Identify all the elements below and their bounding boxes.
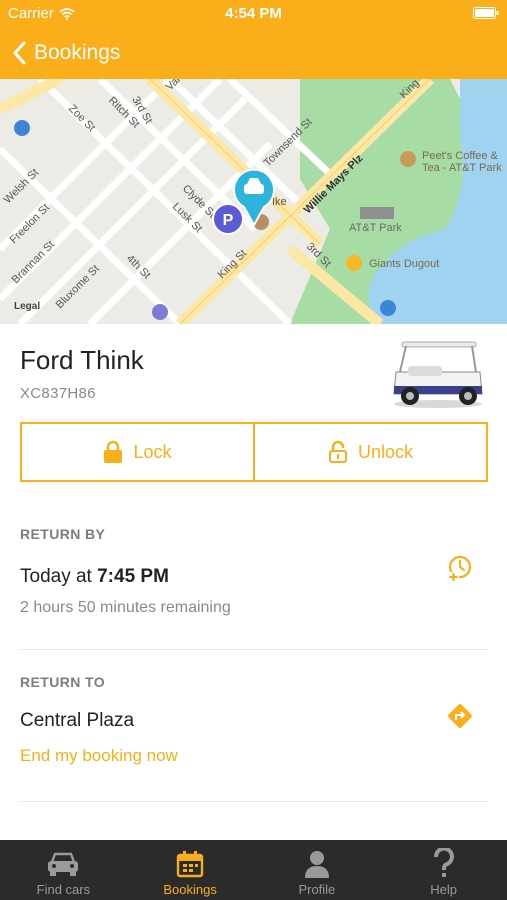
section-divider bbox=[20, 801, 487, 802]
chevron-left-icon bbox=[13, 41, 26, 65]
tab-find-cars[interactable]: Find cars bbox=[0, 840, 127, 900]
shopping-icon[interactable] bbox=[346, 255, 362, 271]
map-canvas[interactable]: 3rd St Zoe St Ritch St Varney Townsend S… bbox=[0, 79, 507, 324]
time-remaining: 2 hours 50 minutes remaining bbox=[20, 599, 231, 616]
navigation-bar: Bookings bbox=[0, 28, 507, 79]
end-booking-link[interactable]: End my booking now bbox=[20, 746, 178, 766]
poi-label: Giants Dugout bbox=[369, 258, 439, 270]
train-icon[interactable] bbox=[152, 304, 168, 320]
poi-label: AT&T Park bbox=[349, 222, 402, 234]
calendar-icon bbox=[176, 851, 204, 878]
lock-button[interactable]: Lock bbox=[22, 424, 253, 480]
return-to-label: RETURN TO bbox=[20, 674, 106, 690]
status-bar: Carrier 4:54 PM bbox=[0, 0, 507, 28]
vehicle-name: Ford Think bbox=[20, 345, 144, 375]
coffee-icon[interactable] bbox=[400, 151, 416, 167]
status-time: 4:54 PM bbox=[225, 5, 282, 22]
unlock-label: Unlock bbox=[357, 441, 414, 462]
back-button[interactable]: Bookings bbox=[12, 38, 120, 68]
return-time-value: 7:45 PM bbox=[97, 566, 169, 587]
person-icon bbox=[304, 851, 329, 878]
back-label: Bookings bbox=[34, 41, 121, 64]
tab-label: Find cars bbox=[36, 882, 91, 897]
lock-controls: Lock Unlock bbox=[20, 422, 488, 482]
gas-station-icon[interactable] bbox=[14, 120, 30, 136]
car-icon bbox=[48, 852, 79, 876]
tab-help[interactable]: Help bbox=[380, 840, 507, 900]
question-icon bbox=[433, 848, 454, 877]
vehicle-image bbox=[393, 341, 483, 408]
lock-label: Lock bbox=[133, 441, 172, 462]
poi-label: Tea - AT&T Park bbox=[422, 162, 502, 174]
return-day: Today at bbox=[20, 566, 92, 587]
poi-icon[interactable] bbox=[380, 300, 396, 316]
vehicle-plate: XC837H86 bbox=[20, 385, 96, 402]
unlock-icon bbox=[328, 440, 347, 463]
tab-bar: Find cars Bookings Profile Help bbox=[0, 840, 507, 900]
map-label: Ike bbox=[272, 196, 287, 208]
poi-label: Peet's Coffee & bbox=[422, 150, 499, 162]
parking-pin[interactable]: P bbox=[212, 203, 244, 235]
return-time: Today at 7:45 PM bbox=[20, 566, 169, 588]
tab-profile[interactable]: Profile bbox=[254, 840, 381, 900]
svg-text:P: P bbox=[223, 212, 234, 229]
map-view[interactable]: 3rd St Zoe St Ritch St Varney Townsend S… bbox=[0, 79, 507, 324]
tab-label: Help bbox=[430, 882, 457, 897]
stadium-marker bbox=[360, 207, 394, 219]
unlock-button[interactable]: Unlock bbox=[253, 424, 486, 480]
clock-add-icon[interactable] bbox=[445, 553, 475, 583]
tab-label: Profile bbox=[298, 882, 336, 897]
tab-bookings[interactable]: Bookings bbox=[127, 840, 254, 900]
directions-icon[interactable] bbox=[445, 701, 475, 731]
map-legal-link[interactable]: Legal bbox=[14, 301, 40, 312]
return-by-label: RETURN BY bbox=[20, 526, 106, 542]
battery-icon bbox=[473, 7, 499, 19]
lock-icon bbox=[104, 440, 123, 463]
section-divider bbox=[20, 649, 487, 650]
return-location: Central Plaza bbox=[20, 710, 135, 731]
tab-label: Bookings bbox=[163, 882, 217, 897]
